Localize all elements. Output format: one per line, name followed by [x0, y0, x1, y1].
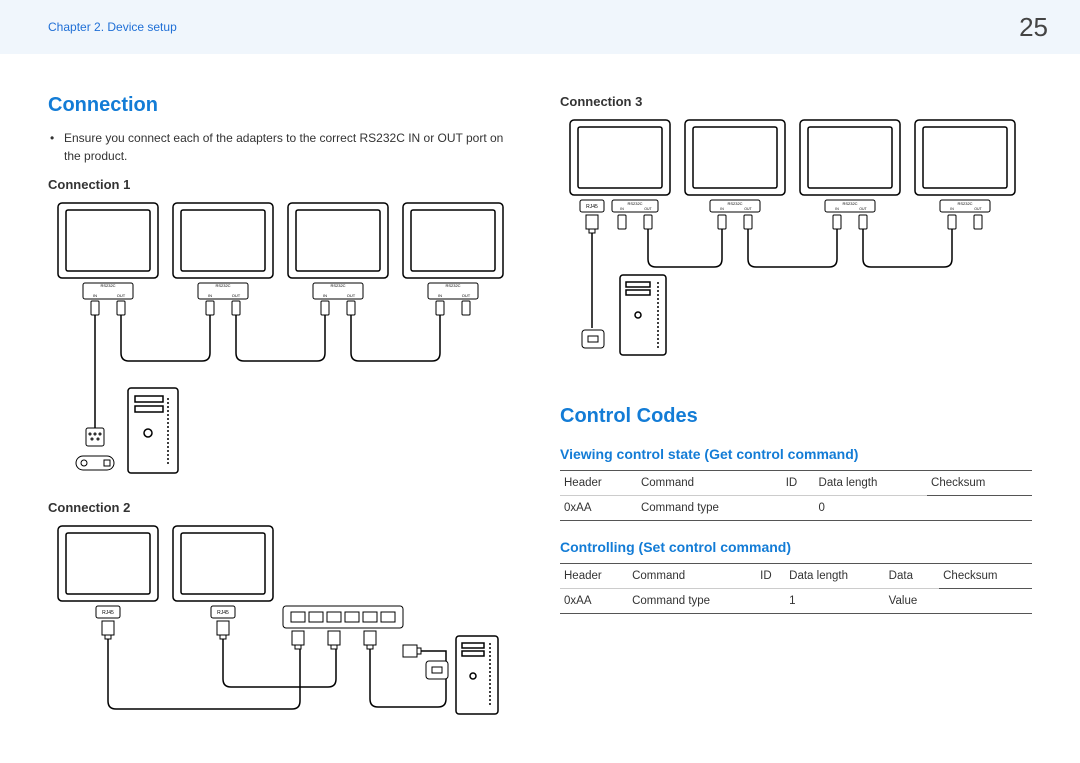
cell-header: Header	[560, 471, 637, 496]
cell-checksum: Checksum	[939, 564, 1032, 589]
cell-data: Data	[885, 564, 939, 589]
cell-dlen-val: 1	[785, 589, 885, 614]
cell-dlen-val: 0	[815, 496, 928, 521]
left-column: Connection Ensure you connect each of th…	[48, 94, 540, 751]
right-column: Connection 3	[540, 94, 1032, 751]
svg-text:OUT: OUT	[744, 207, 752, 211]
svg-text:IN: IN	[835, 207, 839, 211]
cell-command-type: Command type	[628, 589, 756, 614]
subheading-get-command: Viewing control state (Get control comma…	[560, 446, 1032, 462]
svg-text:RS232C: RS232C	[727, 201, 742, 206]
cell-id: ID	[756, 564, 785, 589]
svg-text:OUT: OUT	[859, 207, 867, 211]
cell-id-val	[782, 496, 815, 521]
heading-connection-2: Connection 2	[48, 500, 520, 515]
svg-text:IN: IN	[620, 207, 624, 211]
svg-text:OUT: OUT	[462, 293, 471, 298]
table-get-command: Header Command ID Data length Checksum 0…	[560, 470, 1032, 521]
heading-connection-1: Connection 1	[48, 177, 520, 192]
cell-checksum-val	[927, 496, 1032, 521]
svg-text:RJ45: RJ45	[217, 610, 229, 616]
svg-text:OUT: OUT	[232, 293, 241, 298]
svg-text:OUT: OUT	[644, 207, 652, 211]
cell-checksum: Checksum	[927, 471, 1032, 496]
page-header: Chapter 2. Device setup 25	[0, 0, 1080, 54]
cell-data-length: Data length	[815, 471, 928, 496]
subheading-set-command: Controlling (Set control command)	[560, 539, 1032, 555]
svg-text:RS232C: RS232C	[330, 283, 345, 288]
cell-0xaa: 0xAA	[560, 496, 637, 521]
chapter-label: Chapter 2. Device setup	[48, 20, 177, 34]
svg-text:RS232C: RS232C	[957, 201, 972, 206]
svg-text:IN: IN	[93, 293, 97, 298]
svg-text:IN: IN	[438, 293, 442, 298]
section-control-codes: Control Codes	[560, 405, 1032, 428]
cell-header: Header	[560, 564, 628, 589]
heading-connection-3: Connection 3	[560, 94, 1032, 109]
diagram-connection-1: RS232C RS232C RS232C RS232C IN OUT IN OU…	[48, 198, 520, 488]
cell-id-val	[756, 589, 785, 614]
diagram-connection-2: RJ45 RJ45	[48, 521, 520, 741]
svg-text:IN: IN	[720, 207, 724, 211]
cell-id: ID	[782, 471, 815, 496]
svg-text:RJ45: RJ45	[586, 204, 598, 210]
cell-data-length: Data length	[785, 564, 885, 589]
svg-text:IN: IN	[323, 293, 327, 298]
svg-text:OUT: OUT	[347, 293, 356, 298]
cell-command: Command	[628, 564, 756, 589]
page-number: 25	[1019, 12, 1048, 43]
svg-text:RJ45: RJ45	[102, 610, 114, 616]
svg-text:OUT: OUT	[117, 293, 126, 298]
diagram-connection-3: RJ45 RS232C RS232C RS232C RS232C IN OUT …	[560, 115, 1032, 395]
cell-checksum-val	[939, 589, 1032, 614]
section-connection: Connection	[48, 94, 520, 117]
svg-text:RS232C: RS232C	[215, 283, 230, 288]
cell-command: Command	[637, 471, 782, 496]
svg-text:RS232C: RS232C	[842, 201, 857, 206]
cell-command-type: Command type	[637, 496, 782, 521]
svg-text:RS232C: RS232C	[627, 201, 642, 206]
svg-text:RS232C: RS232C	[445, 283, 460, 288]
cell-0xaa: 0xAA	[560, 589, 628, 614]
svg-text:OUT: OUT	[974, 207, 982, 211]
table-set-command: Header Command ID Data length Data Check…	[560, 563, 1032, 614]
svg-text:IN: IN	[950, 207, 954, 211]
cell-data-val: Value	[885, 589, 939, 614]
svg-text:RS232C: RS232C	[100, 283, 115, 288]
page-content: Connection Ensure you connect each of th…	[0, 54, 1080, 751]
connection-note: Ensure you connect each of the adapters …	[48, 129, 520, 165]
svg-text:IN: IN	[208, 293, 212, 298]
